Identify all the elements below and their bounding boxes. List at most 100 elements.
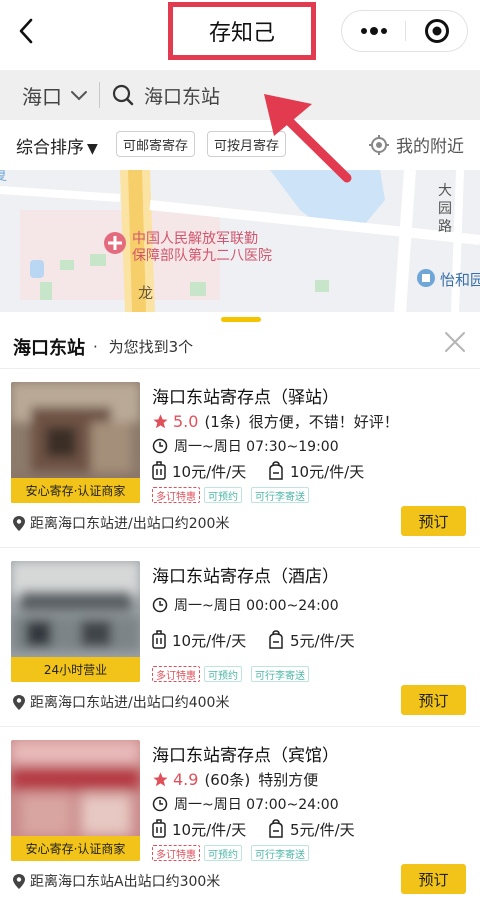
listing-hours: 周一~周日 07:30~19:00 [152, 436, 339, 456]
star-icon [153, 414, 168, 429]
chip-reservable: 可预约 [204, 487, 242, 503]
hours-text: 周一~周日 07:30~19:00 [174, 439, 339, 455]
listing-name: 海口东站寄存点（宾馆） [152, 746, 339, 766]
close-icon [445, 332, 465, 352]
map-label-hospital-line2: 保障部队第九二八医院 [132, 248, 272, 264]
price-luggage: 10元/件/天 [152, 628, 246, 652]
distance-text: 距离海口东站进/出站口约200米 [30, 516, 230, 532]
search-divider [99, 82, 100, 108]
map-label-road-right-2: 园 [438, 201, 452, 217]
review-text: 很方便，不错！好评！ [248, 413, 399, 431]
listing-photo: 24小时营业 [11, 561, 140, 682]
price-bag: 5元/件/天 [268, 817, 355, 841]
book-button[interactable]: 预订 [401, 685, 466, 715]
listing-distance: 距离海口东站进/出站口约400米 [12, 692, 229, 712]
search-query: 海口东站 [144, 85, 221, 108]
map-label-edge: 夏 [0, 170, 7, 185]
map-label-road-right-3: 路 [438, 219, 452, 235]
clock-icon [152, 438, 168, 454]
distance-text: 距离海口东站进/出站口约400米 [30, 695, 230, 711]
map-view[interactable]: 中国人民解放军联勤 保障部队第九二八医院 龙 大 园 路 怡和园 夏 [0, 170, 480, 312]
chip-discount: 多订特惠 [152, 845, 200, 861]
luggage-icon [152, 461, 166, 480]
price-luggage-text: 10元/件/天 [172, 631, 247, 650]
listing-photo: 安心寄存·认证商家 [11, 382, 140, 503]
listing-card[interactable]: 24小时营业 海口东站寄存点（酒店） 周一~周日 00:00~24:00 10元… [0, 549, 480, 727]
listing-name: 海口东站寄存点（酒店） [152, 567, 339, 587]
location-pin-icon [13, 873, 25, 889]
card-divider [0, 726, 480, 727]
review-text: 特别方便 [258, 771, 319, 789]
nearby-button[interactable]: 我的附近 [368, 132, 464, 157]
listing-distance: 距离海口东站进/出站口约200米 [12, 513, 229, 533]
sort-label: 综合排序 [16, 138, 84, 158]
map-label-hospital: 中国人民解放军联勤 保障部队第九二八医院 [132, 231, 272, 265]
listing-card[interactable]: 安心寄存·认证商家 海口东站寄存点（宾馆） 4.9 (60条) 特别方便 周一~… [0, 728, 480, 906]
nav-bar: 存知己 [0, 0, 480, 64]
price-bag-text: 5元/件/天 [290, 820, 355, 839]
listing-card[interactable]: 安心寄存·认证商家 海口东站寄存点（驿站） 5.0 (1条) 很方便，不错！好评… [0, 370, 480, 548]
back-button[interactable] [12, 14, 42, 48]
chip-reservable: 可预约 [204, 845, 242, 861]
price-luggage: 10元/件/天 [152, 459, 246, 483]
drag-handle[interactable] [221, 317, 261, 322]
book-button[interactable]: 预订 [401, 864, 466, 894]
listing-badge: 安心寄存·认证商家 [11, 478, 140, 503]
chip-delivery: 可行李寄送 [251, 845, 309, 861]
backpack-icon [269, 819, 283, 838]
chip-discount: 多订特惠 [152, 666, 200, 682]
results-sheet: 海口东站 · 为您找到3个 安心寄存·认证商家 海口东站寄存点（驿站） 5.0 … [0, 312, 480, 917]
listing-rating: 5.0 (1条) 很方便，不错！好评！ [152, 411, 399, 432]
price-bag: 5元/件/天 [268, 628, 355, 652]
map-label-hospital-line1: 中国人民解放军联勤 [132, 231, 258, 247]
results-title: 海口东站 [13, 338, 85, 359]
search-icon [112, 84, 134, 106]
city-label: 海口 [22, 84, 62, 109]
price-luggage-text: 10元/件/天 [172, 820, 247, 839]
filter-tag-monthly[interactable]: 可按月寄存 [207, 131, 287, 157]
map-label-road-right-1: 大 [438, 183, 452, 199]
search-input[interactable]: 海口东站 [112, 70, 220, 120]
hours-text: 周一~周日 07:00~24:00 [174, 797, 339, 813]
rating-score: 4.9 [173, 770, 199, 789]
city-selector[interactable]: 海口 [22, 70, 88, 120]
nearby-label: 我的附近 [396, 137, 464, 157]
map-label-road-right: 大 园 路 [438, 182, 454, 236]
results-separator: · [93, 338, 98, 356]
close-miniprogram-button[interactable] [406, 11, 468, 51]
chip-delivery: 可行李寄送 [251, 487, 309, 503]
title-highlight-box: 存知己 [168, 2, 316, 60]
chip-reservable: 可预约 [204, 666, 242, 682]
results-count: · 为您找到3个 [93, 336, 193, 357]
price-bag-text: 5元/件/天 [290, 631, 355, 650]
filter-tag-mail[interactable]: 可邮寄寄存 [116, 131, 196, 157]
backpack-icon [269, 630, 283, 649]
price-luggage: 10元/件/天 [152, 817, 246, 841]
miniprogram-capsule [341, 10, 468, 52]
header-divider [0, 368, 480, 369]
price-bag: 10元/件/天 [268, 459, 364, 483]
clock-icon [152, 796, 168, 812]
results-header: 海口东站 · 为您找到3个 [0, 330, 480, 370]
locate-icon [369, 134, 389, 155]
chip-discount: 多订特惠 [152, 487, 200, 503]
listing-name: 海口东站寄存点（驿站） [152, 388, 339, 408]
close-results-button[interactable] [443, 330, 467, 354]
distance-text: 距离海口东站A出站口约300米 [30, 874, 221, 890]
review-count: (60条) [204, 771, 251, 789]
listing-rating: 4.9 (60条) 特别方便 [152, 769, 318, 790]
luggage-icon [152, 630, 166, 649]
listing-badge: 24小时营业 [11, 657, 140, 682]
caret-down-icon: ▼ [87, 141, 98, 157]
book-button[interactable]: 预订 [401, 506, 466, 536]
rating-score: 5.0 [173, 412, 199, 431]
results-count-text: 为您找到3个 [108, 338, 194, 356]
chevron-left-icon [19, 18, 33, 44]
sort-dropdown[interactable]: 综合排序 ▼ [16, 133, 98, 158]
more-button[interactable] [342, 11, 405, 51]
listing-hours: 周一~周日 00:00~24:00 [152, 595, 339, 615]
chip-delivery: 可行李寄送 [251, 666, 309, 682]
more-dots-icon [360, 27, 387, 35]
clock-icon [152, 597, 168, 613]
listing-distance: 距离海口东站A出站口约300米 [12, 871, 220, 891]
